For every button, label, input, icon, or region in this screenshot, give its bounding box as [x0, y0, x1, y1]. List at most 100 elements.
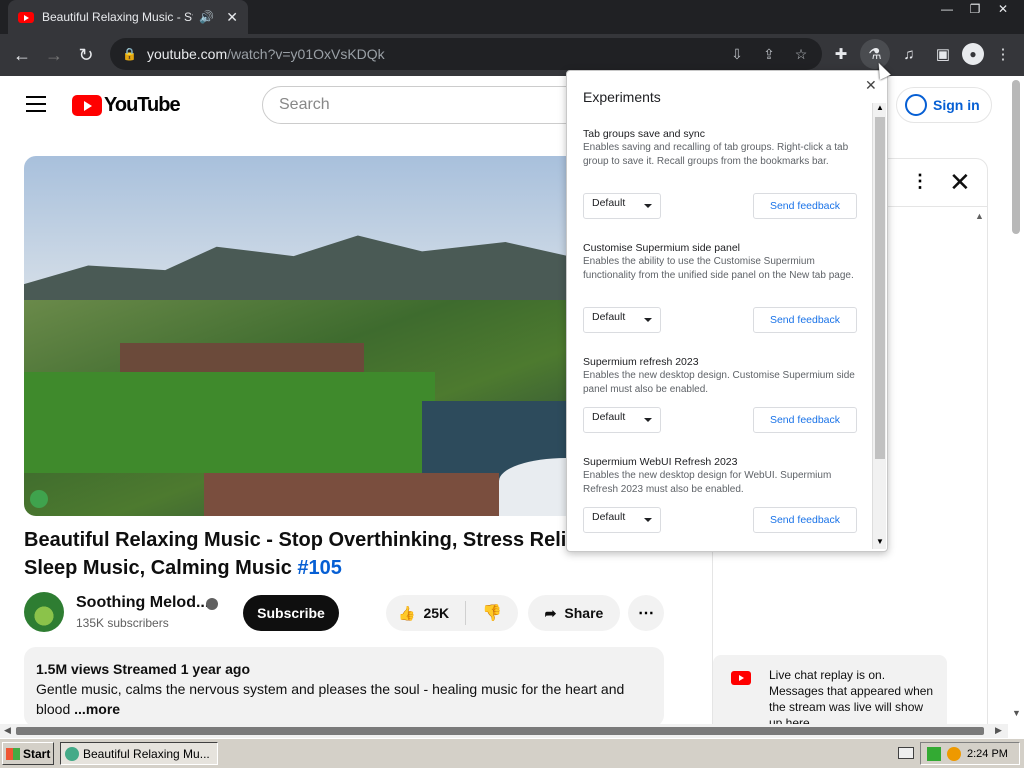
experiment-state-select[interactable]: Default [583, 407, 661, 433]
channel-avatar[interactable] [24, 592, 64, 632]
dropdown-caret-icon [644, 318, 652, 322]
profile-avatar-icon[interactable]: ● [962, 43, 984, 65]
experiment-description: Enables the new desktop design. Customis… [583, 370, 855, 395]
search-input[interactable]: Search [262, 86, 582, 124]
url-text[interactable]: youtube.com/watch?v=y01OxVsKDQk [147, 46, 385, 62]
share-label: Share [564, 605, 604, 621]
view-count: 1.5M views [36, 661, 110, 677]
windows-flag-icon [6, 747, 20, 760]
youtube-wordmark: YouTube [104, 94, 181, 116]
back-arrow-icon[interactable]: ← [6, 39, 38, 71]
experiments-list: Tab groups save and sync Enables saving … [583, 127, 859, 551]
os-taskbar: Start Beautiful Relaxing Mu... 2:24 PM [0, 738, 1024, 768]
browser-menu-icon[interactable]: ⋮ [988, 39, 1018, 69]
video-field-plot [24, 372, 435, 473]
experiment-state-select[interactable]: Default [583, 307, 661, 333]
experiment-description: Enables the ability to use the Customise… [583, 256, 854, 281]
dislike-button[interactable]: 👎 [466, 603, 518, 623]
experiments-popup: Experiments ✕ Tab groups save and sync E… [566, 70, 888, 552]
extensions-puzzle-icon[interactable]: ✚ [826, 39, 856, 69]
window-close-button[interactable]: ✕ [990, 0, 1016, 18]
install-app-icon[interactable]: ⇩ [726, 46, 748, 63]
send-feedback-button[interactable]: Send feedback [753, 407, 857, 433]
share-arrow-icon: ➦ [544, 604, 557, 621]
send-feedback-button[interactable]: Send feedback [753, 307, 857, 333]
horizontal-scroll-thumb[interactable] [16, 727, 984, 735]
channel-watermark-icon[interactable] [30, 490, 48, 508]
experiment-state-value: Default [592, 511, 626, 523]
window-controls: — ❐ ✕ [934, 0, 1016, 18]
like-button[interactable]: 👍 25K [386, 601, 466, 625]
chat-options-icon[interactable]: ⋮ [911, 171, 929, 192]
more-actions-button[interactable]: ⋯ [628, 595, 664, 631]
media-control-icon[interactable]: ♫ [894, 39, 924, 69]
share-page-icon[interactable]: ⇪ [758, 46, 780, 63]
network-icon[interactable] [927, 746, 941, 761]
experiments-scrollbar[interactable]: ▲ ▼ [872, 103, 886, 549]
scroll-right-arrow-icon[interactable]: ▶ [995, 725, 1002, 736]
experiment-name: Tab groups save and sync [583, 128, 705, 140]
experiment-item: Tab groups save and sync Enables saving … [583, 127, 859, 241]
video-hashtag[interactable]: #105 [297, 557, 342, 579]
send-feedback-button[interactable]: Send feedback [753, 507, 857, 533]
system-tray: 2:24 PM [920, 742, 1020, 765]
keyboard-layout-icon[interactable] [898, 747, 914, 759]
chat-close-icon[interactable]: ✕ [949, 167, 971, 198]
hamburger-menu-icon[interactable] [26, 96, 46, 117]
dropdown-caret-icon [644, 204, 652, 208]
experiment-state-select[interactable]: Default [583, 507, 661, 533]
reload-icon[interactable]: ↻ [70, 39, 102, 71]
forward-arrow-icon[interactable]: → [38, 39, 70, 71]
scroll-down-arrow-icon[interactable]: ▼ [876, 537, 884, 546]
share-button[interactable]: ➦ Share [528, 595, 620, 631]
url-host: youtube.com [146, 46, 228, 62]
restore-button[interactable]: ❐ [962, 0, 988, 18]
youtube-favicon-icon [18, 11, 34, 23]
experiment-description: Enables saving and recalling of tab grou… [583, 142, 849, 167]
sign-in-button[interactable]: Sign in [896, 87, 992, 123]
chat-replay-text: Live chat replay is on. Messages that ap… [769, 668, 934, 724]
browser-app-icon [65, 746, 79, 761]
youtube-logo[interactable]: YouTube [72, 94, 181, 117]
experiments-scroll-thumb[interactable] [875, 117, 885, 459]
experiment-state-select[interactable]: Default [583, 193, 661, 219]
tab-title: Beautiful Relaxing Music - Stop [42, 10, 194, 24]
extension-icons: ✚ ⚗ ♫ ▣ ● ⋮ [826, 38, 1018, 70]
chat-replay-notice: Live chat replay is on. Messages that ap… [713, 655, 947, 724]
video-field-plot [120, 343, 365, 372]
clock[interactable]: 2:24 PM [967, 748, 1008, 760]
vertical-scroll-thumb[interactable] [1012, 80, 1020, 234]
chat-scroll-up-icon[interactable]: ▲ [975, 211, 984, 221]
channel-name[interactable]: Soothing Melod... [76, 594, 209, 612]
send-feedback-button[interactable]: Send feedback [753, 193, 857, 219]
page-horizontal-scrollbar[interactable]: ◀ ▶ [0, 724, 1008, 738]
description-more-link[interactable]: ...more [74, 701, 120, 717]
minimize-button[interactable]: — [934, 0, 960, 18]
scroll-left-arrow-icon[interactable]: ◀ [4, 725, 11, 736]
page-vertical-scrollbar[interactable]: ▼ [1008, 76, 1024, 724]
like-count: 25K [423, 605, 450, 621]
thumbs-down-icon: 👎 [482, 605, 502, 622]
scroll-up-arrow-icon[interactable]: ▲ [876, 103, 884, 112]
start-button[interactable]: Start [2, 742, 54, 765]
scroll-down-arrow-icon[interactable]: ▼ [1012, 708, 1021, 718]
tab-close-icon[interactable]: ✕ [226, 9, 238, 26]
experiments-close-icon[interactable]: ✕ [865, 77, 877, 94]
more-dots-icon: ⋯ [638, 605, 654, 622]
thumbs-up-icon: 👍 [398, 604, 416, 621]
user-circle-icon [905, 94, 927, 116]
experiment-item: Customise Supermium side panel Enables t… [583, 241, 859, 355]
side-panel-icon[interactable]: ▣ [928, 39, 958, 69]
address-bar[interactable]: 🔒 youtube.com/watch?v=y01OxVsKDQk ⇩ ⇪ ☆ [110, 38, 822, 70]
browser-tab-active[interactable]: Beautiful Relaxing Music - Stop 🔊 ✕ [8, 0, 248, 34]
like-dislike-group: 👍 25K 👎 [386, 595, 518, 631]
dropdown-caret-icon [644, 518, 652, 522]
speaker-icon[interactable]: 🔊 [199, 10, 214, 24]
subscribe-button[interactable]: Subscribe [243, 595, 339, 631]
description-box[interactable]: 1.5M views Streamed 1 year ago Gentle mu… [24, 647, 664, 724]
taskbar-window-button[interactable]: Beautiful Relaxing Mu... [60, 742, 218, 765]
bookmark-star-icon[interactable]: ☆ [790, 46, 812, 63]
search-tray-icon[interactable] [947, 746, 961, 761]
start-label: Start [23, 746, 51, 761]
experiment-name: Customise Supermium side panel [583, 242, 740, 254]
